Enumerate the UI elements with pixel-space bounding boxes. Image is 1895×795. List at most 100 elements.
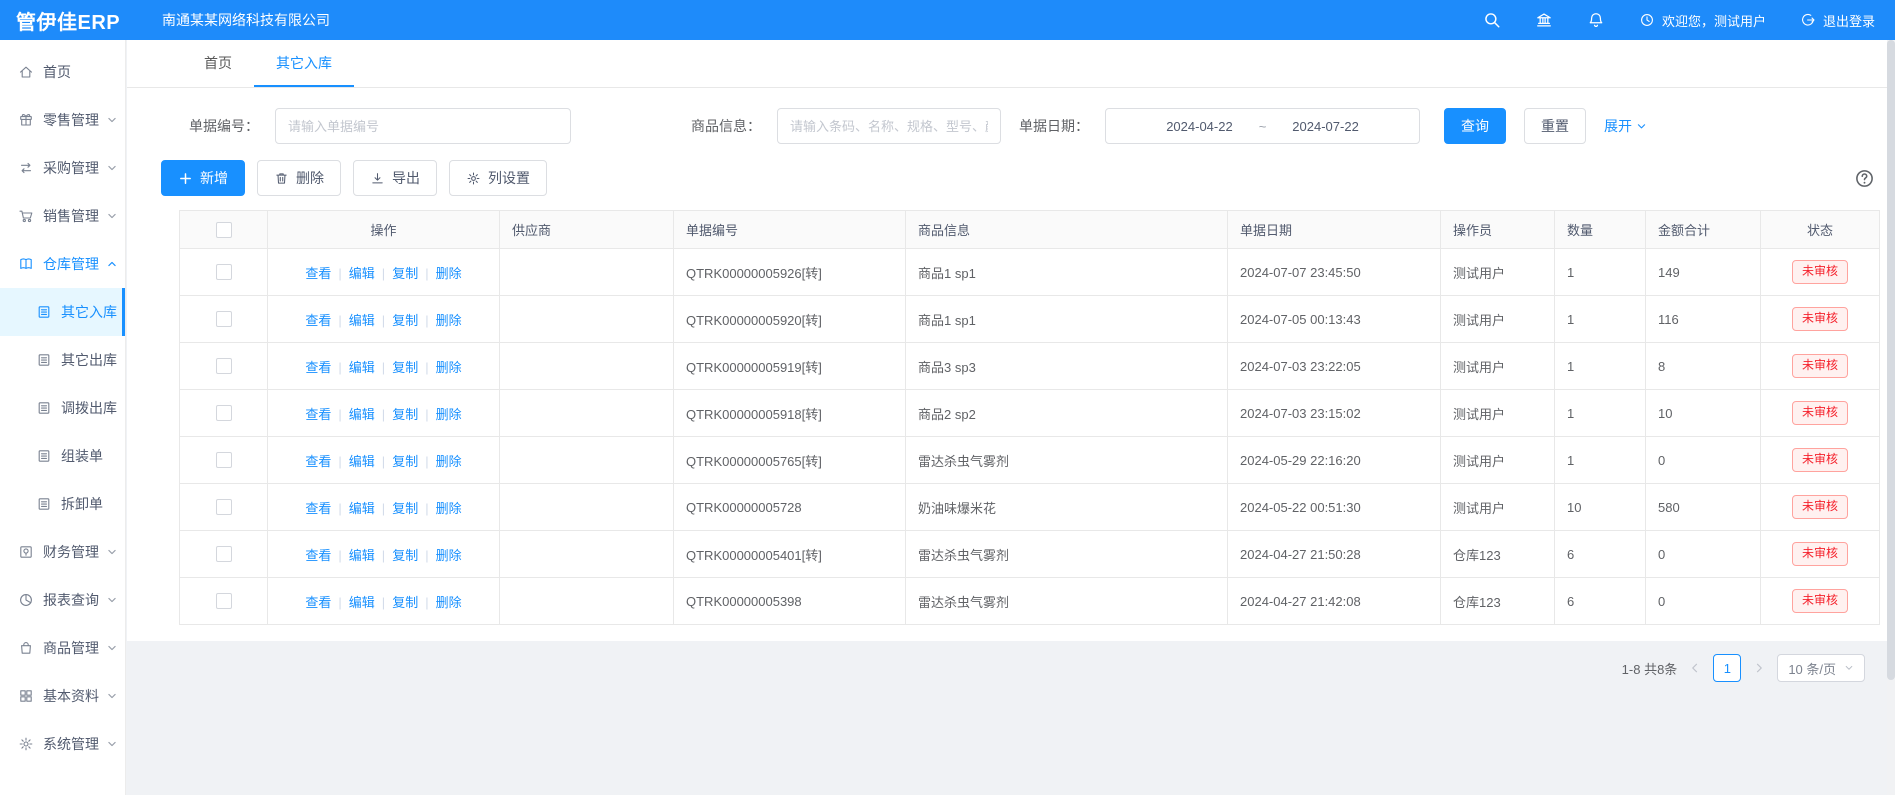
action-view-link[interactable]: 查看 xyxy=(305,501,331,516)
sidebar-item-sales[interactable]: 销售管理 xyxy=(0,192,125,240)
action-edit-link[interactable]: 编辑 xyxy=(349,407,375,422)
date-cell: 2024-05-22 00:51:30 xyxy=(1228,484,1441,531)
action-delete-link[interactable]: 删除 xyxy=(436,313,462,328)
sidebar-item-basic[interactable]: 基本资料 xyxy=(0,672,125,720)
add-button[interactable]: 新增 xyxy=(161,160,245,196)
action-edit-link[interactable]: 编辑 xyxy=(349,501,375,516)
export-button[interactable]: 导出 xyxy=(353,160,437,196)
select-all-checkbox[interactable] xyxy=(216,222,232,238)
sidebar-item-purchase[interactable]: 采购管理 xyxy=(0,144,125,192)
date-range-input[interactable]: 2024-04-22 ~ 2024-07-22 xyxy=(1105,108,1420,144)
delete-button[interactable]: 删除 xyxy=(257,160,341,196)
supplier-cell xyxy=(500,437,674,484)
next-page-button[interactable] xyxy=(1753,662,1765,674)
row-checkbox[interactable] xyxy=(216,405,232,421)
action-delete-link[interactable]: 删除 xyxy=(436,360,462,375)
column-settings-button[interactable]: 列设置 xyxy=(449,160,547,196)
sidebar-item-home[interactable]: 首页 xyxy=(0,48,125,96)
chevron-down-icon xyxy=(107,691,117,701)
sidebar-item-disassembly[interactable]: 拆卸单 xyxy=(0,480,125,528)
action-view-link[interactable]: 查看 xyxy=(305,313,331,328)
row-checkbox[interactable] xyxy=(216,264,232,280)
action-view-link[interactable]: 查看 xyxy=(305,360,331,375)
actions-cell: 查看|编辑|复制|删除 xyxy=(268,249,500,296)
action-separator: | xyxy=(382,548,385,563)
sidebar-item-assembly[interactable]: 组装单 xyxy=(0,432,125,480)
sidebar-item-system[interactable]: 系统管理 xyxy=(0,720,125,768)
tab-home[interactable]: 首页 xyxy=(182,40,254,87)
bill-no-cell: QTRK00000005918[转] xyxy=(674,390,906,437)
sidebar-item-other-inbound[interactable]: 其它入库 xyxy=(0,288,125,336)
reset-button[interactable]: 重置 xyxy=(1524,108,1586,144)
welcome-user[interactable]: 欢迎您，测试用户 xyxy=(1639,11,1766,30)
action-edit-link[interactable]: 编辑 xyxy=(349,360,375,375)
help-icon[interactable] xyxy=(1854,168,1875,189)
action-delete-link[interactable]: 删除 xyxy=(436,454,462,469)
action-copy-link[interactable]: 复制 xyxy=(392,360,418,375)
scrollbar-thumb[interactable] xyxy=(1887,40,1895,680)
row-checkbox[interactable] xyxy=(216,593,232,609)
page-size-select[interactable]: 10 条/页 xyxy=(1777,654,1865,682)
action-separator: | xyxy=(425,595,428,610)
action-edit-link[interactable]: 编辑 xyxy=(349,313,375,328)
sidebar-item-goods[interactable]: 商品管理 xyxy=(0,624,125,672)
trash-icon xyxy=(274,171,289,186)
logout-button[interactable]: 退出登录 xyxy=(1800,11,1875,30)
sidebar-item-retail[interactable]: 零售管理 xyxy=(0,96,125,144)
row-checkbox[interactable] xyxy=(216,311,232,327)
action-view-link[interactable]: 查看 xyxy=(305,454,331,469)
table-row: 查看|编辑|复制|删除QTRK00000005918[转]商品2 sp22024… xyxy=(180,390,1880,437)
logout-icon xyxy=(1800,12,1816,28)
bank-icon[interactable] xyxy=(1535,11,1553,29)
sidebar-item-warehouse[interactable]: 仓库管理 xyxy=(0,240,125,288)
action-copy-link[interactable]: 复制 xyxy=(392,501,418,516)
action-copy-link[interactable]: 复制 xyxy=(392,595,418,610)
basic-icon xyxy=(18,688,34,704)
action-copy-link[interactable]: 复制 xyxy=(392,407,418,422)
action-edit-link[interactable]: 编辑 xyxy=(349,454,375,469)
action-copy-link[interactable]: 复制 xyxy=(392,313,418,328)
actions-cell: 查看|编辑|复制|删除 xyxy=(268,343,500,390)
row-checkbox[interactable] xyxy=(216,452,232,468)
expand-link[interactable]: 展开 xyxy=(1604,116,1647,136)
col-header-product: 商品信息 xyxy=(906,211,1228,249)
action-edit-link[interactable]: 编辑 xyxy=(349,266,375,281)
action-edit-link[interactable]: 编辑 xyxy=(349,595,375,610)
sidebar-item-other-outbound[interactable]: 其它出库 xyxy=(0,336,125,384)
bill-no-input[interactable] xyxy=(275,108,571,144)
search-button[interactable]: 查询 xyxy=(1444,108,1506,144)
scrollbar[interactable] xyxy=(1887,40,1895,795)
operator-cell: 仓库123 xyxy=(1441,531,1555,578)
action-delete-link[interactable]: 删除 xyxy=(436,407,462,422)
action-separator: | xyxy=(338,454,341,469)
search-icon[interactable] xyxy=(1483,11,1501,29)
action-copy-link[interactable]: 复制 xyxy=(392,266,418,281)
action-view-link[interactable]: 查看 xyxy=(305,548,331,563)
action-view-link[interactable]: 查看 xyxy=(305,407,331,422)
product-info-input[interactable] xyxy=(777,108,1001,144)
action-view-link[interactable]: 查看 xyxy=(305,595,331,610)
action-edit-link[interactable]: 编辑 xyxy=(349,548,375,563)
prev-page-button[interactable] xyxy=(1689,662,1701,674)
row-checkbox[interactable] xyxy=(216,546,232,562)
operator-cell: 仓库123 xyxy=(1441,578,1555,625)
action-delete-link[interactable]: 删除 xyxy=(436,501,462,516)
sidebar-item-transfer-outbound[interactable]: 调拨出库 xyxy=(0,384,125,432)
sidebar-item-finance[interactable]: 财务管理 xyxy=(0,528,125,576)
current-page-button[interactable]: 1 xyxy=(1713,654,1741,682)
action-copy-link[interactable]: 复制 xyxy=(392,454,418,469)
action-view-link[interactable]: 查看 xyxy=(305,266,331,281)
bell-icon[interactable] xyxy=(1587,11,1605,29)
action-delete-link[interactable]: 删除 xyxy=(436,266,462,281)
bill-no-label: 单据编号： xyxy=(189,116,259,136)
action-delete-link[interactable]: 删除 xyxy=(436,548,462,563)
system-icon xyxy=(18,736,34,752)
row-checkbox[interactable] xyxy=(216,499,232,515)
action-copy-link[interactable]: 复制 xyxy=(392,548,418,563)
qty-cell: 1 xyxy=(1555,296,1646,343)
row-checkbox[interactable] xyxy=(216,358,232,374)
goods-icon xyxy=(18,640,34,656)
sidebar-item-report[interactable]: 报表查询 xyxy=(0,576,125,624)
tab-other-inbound[interactable]: 其它入库 xyxy=(254,40,354,87)
action-delete-link[interactable]: 删除 xyxy=(436,595,462,610)
